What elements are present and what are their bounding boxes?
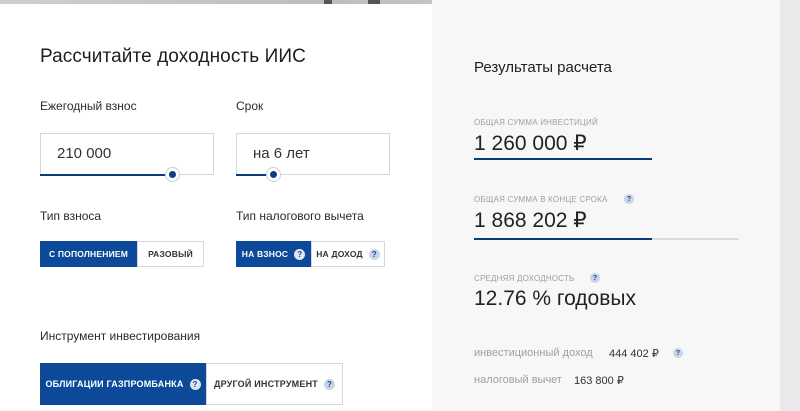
annual-contribution-slider-handle[interactable] <box>166 168 179 181</box>
total-end-bar-fill <box>474 238 652 240</box>
total-end-value: 1 868 202 ₽ <box>474 209 587 232</box>
help-icon[interactable]: ? <box>673 348 683 358</box>
instrument-gazprombank-bonds-button[interactable]: Облигации Газпромбанка ? <box>40 363 206 405</box>
help-icon[interactable]: ? <box>368 248 380 260</box>
investment-income-label: инвестиционный доход <box>474 347 593 359</box>
average-yield-value: 12.76 % годовых <box>474 287 636 310</box>
instrument-other-label: Другой инструмент <box>214 379 318 389</box>
help-icon[interactable]: ? <box>294 248 306 260</box>
annual-contribution-slider-fill <box>40 174 172 176</box>
instrument-other-button[interactable]: Другой инструмент ? <box>206 363 343 405</box>
investment-income-value: 444 402 ₽ <box>609 348 659 360</box>
term-slider-handle[interactable] <box>267 168 280 181</box>
term-label: Срок <box>236 99 264 113</box>
contribution-type-label: Тип взноса <box>40 209 102 223</box>
total-investment-caption: Общая сумма инвестиций <box>474 118 598 127</box>
tax-deduction-type-label: Тип налогового вычета <box>236 209 364 223</box>
page-background <box>780 0 800 411</box>
average-yield-caption: Средняя доходность <box>474 274 575 283</box>
term-input[interactable]: на 6 лет <box>236 133 390 175</box>
annual-contribution-input[interactable]: 210 000 <box>40 133 214 175</box>
total-investment-bar <box>474 158 652 160</box>
annual-contribution-label: Ежегодный взнос <box>40 99 137 113</box>
instrument-label: Инструмент инвестирования <box>40 329 201 343</box>
total-investment-value: 1 260 000 ₽ <box>474 132 587 155</box>
tax-deduction-on-income-button[interactable]: На доход ? <box>311 241 385 267</box>
tax-deduction-on-contribution-button[interactable]: На взнос ? <box>236 241 311 267</box>
results-title: Результаты расчета <box>474 59 612 76</box>
tax-deduction-on-contribution-label: На взнос <box>241 249 289 259</box>
tax-deduction-on-income-label: На доход <box>316 249 363 259</box>
total-end-caption: Общая сумма в конце срока <box>474 195 608 204</box>
calculator-title: Рассчитайте доходность ИИС <box>40 46 306 67</box>
help-icon[interactable]: ? <box>590 273 600 283</box>
help-icon[interactable]: ? <box>323 378 335 390</box>
contribution-type-single-button[interactable]: Разовый <box>137 241 204 267</box>
tax-deduction-label: налоговый вычет <box>474 374 562 386</box>
instrument-gazprombank-bonds-label: Облигации Газпромбанка <box>45 379 184 389</box>
help-icon[interactable]: ? <box>624 194 634 204</box>
help-icon[interactable]: ? <box>189 378 201 390</box>
contribution-type-replenish-button[interactable]: С пополнением <box>40 241 137 267</box>
tax-deduction-value: 163 800 ₽ <box>574 375 624 387</box>
